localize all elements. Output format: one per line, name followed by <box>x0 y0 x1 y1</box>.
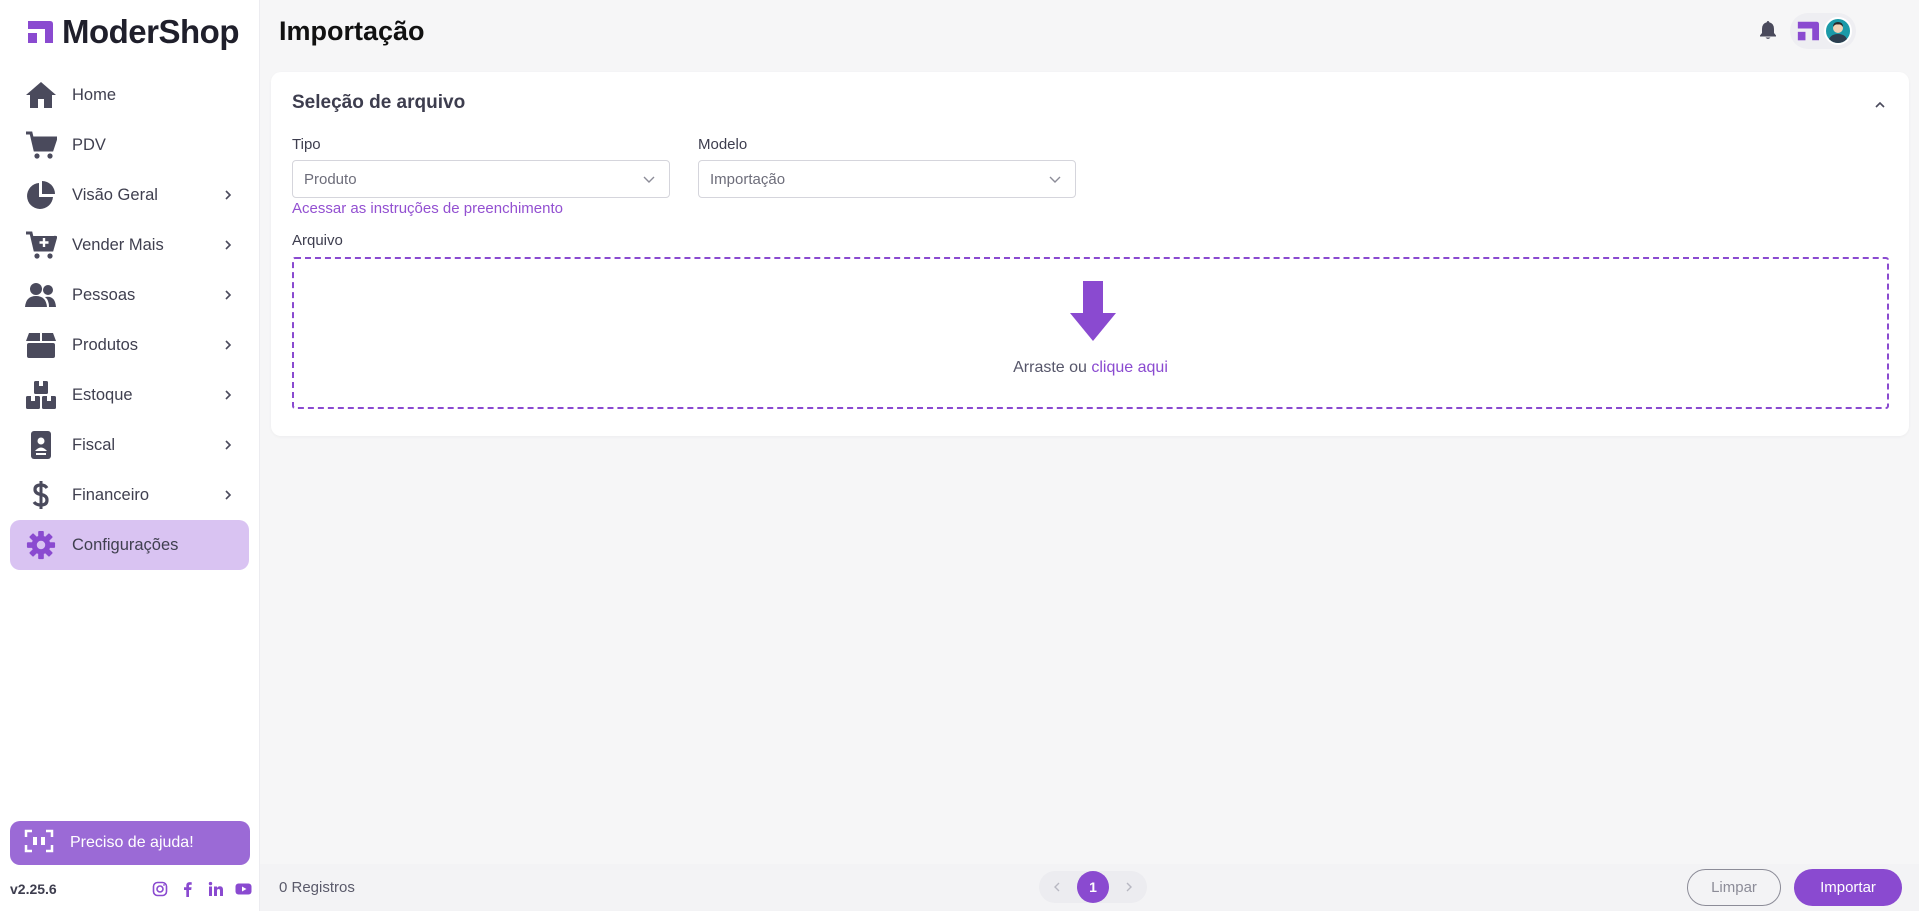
sidebar-item-pessoas[interactable]: Pessoas <box>10 270 249 320</box>
tipo-select-value: Produto <box>304 170 357 188</box>
boxes-icon <box>24 378 58 412</box>
sidebar-item-label: Fiscal <box>72 435 116 454</box>
social-links <box>151 881 252 898</box>
dropzone-text: Arraste ou clique aqui <box>294 359 1887 377</box>
sidebar-item-estoque[interactable]: Estoque <box>10 370 249 420</box>
sidebar-item-label: Configurações <box>72 535 179 554</box>
sidebar-item-label: Home <box>72 85 117 104</box>
records-count: 0 Registros <box>279 879 355 896</box>
chevron-right-icon <box>221 388 235 402</box>
sidebar-item-produtos[interactable]: Produtos <box>10 320 249 370</box>
sidebar-item-home[interactable]: Home <box>10 70 249 120</box>
sidebar-item-label: Vender Mais <box>72 235 164 254</box>
help-button-label: Preciso de ajuda! <box>70 834 194 851</box>
logo-icon <box>1797 21 1819 41</box>
arrow-down-icon <box>1070 281 1116 341</box>
chevron-down-icon <box>641 171 657 187</box>
chevron-right-icon <box>221 188 235 202</box>
chevron-up-icon[interactable] <box>1873 98 1887 112</box>
sidebar-item-label: Financeiro <box>72 485 150 504</box>
click-here-link[interactable]: clique aqui <box>1091 359 1168 376</box>
modelo-label: Modelo <box>698 136 748 153</box>
instructions-link[interactable]: Acessar as instruções de preenchimento <box>292 200 563 217</box>
pagination: 1 <box>1039 871 1147 903</box>
dropzone-instruction: Arraste ou <box>1013 359 1087 376</box>
sidebar-item-visao-geral[interactable]: Visão Geral <box>10 170 249 220</box>
sidebar-item-fiscal[interactable]: Fiscal <box>10 420 249 470</box>
gear-icon <box>24 528 58 562</box>
chevron-left-icon[interactable] <box>1043 873 1071 901</box>
id-badge-icon <box>24 428 58 462</box>
import-button[interactable]: Importar <box>1794 869 1902 906</box>
sidebar-item-vender-mais[interactable]: Vender Mais <box>10 220 249 270</box>
topbar: Importação <box>260 0 1919 62</box>
sidebar-footer: v2.25.6 <box>10 876 252 902</box>
chevron-right-icon <box>221 238 235 252</box>
help-icon <box>24 829 54 858</box>
tipo-select[interactable]: Produto <box>292 160 670 198</box>
sidebar-item-label: PDV <box>72 135 106 154</box>
help-button[interactable]: Preciso de ajuda! <box>10 821 250 865</box>
file-selection-card: Seleção de arquivo Tipo Produto Modelo I… <box>271 72 1909 436</box>
chevron-right-icon[interactable] <box>1115 873 1143 901</box>
pie-chart-icon <box>24 178 58 212</box>
logo-text: ModerShop <box>62 13 239 50</box>
tipo-label: Tipo <box>292 136 321 153</box>
version-label: v2.25.6 <box>10 881 57 897</box>
logo-icon <box>28 21 53 43</box>
chevron-right-icon <box>221 288 235 302</box>
sidebar-item-label: Visão Geral <box>72 185 158 204</box>
home-icon <box>24 78 58 112</box>
page-number[interactable]: 1 <box>1077 871 1109 903</box>
chevron-down-icon <box>1047 171 1063 187</box>
sidebar-item-pdv[interactable]: PDV <box>10 120 249 170</box>
clear-button[interactable]: Limpar <box>1687 869 1781 906</box>
sidebar: ModerShop Home PDV Visão Geral Vender Ma… <box>0 0 260 911</box>
sidebar-item-label: Produtos <box>72 335 139 354</box>
bell-icon[interactable] <box>1759 20 1779 40</box>
chevron-right-icon <box>221 338 235 352</box>
modelo-select-value: Importação <box>710 170 786 188</box>
chevron-right-icon <box>221 488 235 502</box>
avatar <box>1824 17 1852 45</box>
box-icon <box>24 328 58 362</box>
dollar-icon <box>24 478 58 512</box>
people-icon <box>24 278 58 312</box>
sidebar-item-financeiro[interactable]: Financeiro <box>10 470 249 520</box>
sidebar-item-label: Estoque <box>72 385 133 404</box>
main-content: Importação Seleção de arquivo Tipo Produ… <box>260 0 1919 911</box>
user-menu[interactable] <box>1790 13 1856 49</box>
card-title: Seleção de arquivo <box>292 92 466 113</box>
logo[interactable]: ModerShop <box>0 0 259 64</box>
facebook-icon[interactable] <box>179 881 196 898</box>
sidebar-item-configuracoes[interactable]: Configurações <box>10 520 249 570</box>
file-dropzone[interactable]: Arraste ou clique aqui <box>292 257 1889 409</box>
modelo-select[interactable]: Importação <box>698 160 1076 198</box>
instagram-icon[interactable] <box>151 881 168 898</box>
page-title: Importação <box>279 15 425 46</box>
footer-bar: 0 Registros 1 Limpar Importar <box>260 864 1919 911</box>
chevron-right-icon <box>221 438 235 452</box>
youtube-icon[interactable] <box>235 881 252 898</box>
linkedin-icon[interactable] <box>207 881 224 898</box>
arquivo-label: Arquivo <box>292 232 343 249</box>
cart-plus-icon <box>24 228 58 262</box>
sidebar-nav: Home PDV Visão Geral Vender Mais Pessoas… <box>0 70 259 570</box>
cart-icon <box>24 128 58 162</box>
sidebar-item-label: Pessoas <box>72 285 136 304</box>
